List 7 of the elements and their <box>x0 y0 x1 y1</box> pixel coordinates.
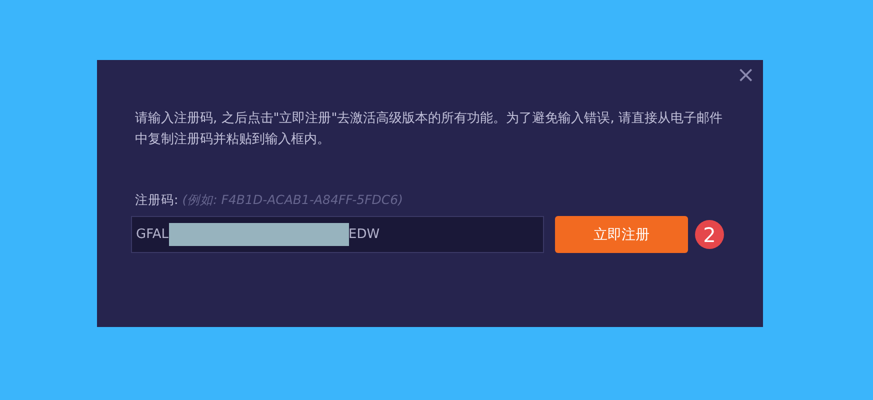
register-button[interactable]: 立即注册 <box>555 216 688 253</box>
field-label: 注册码: <box>135 192 178 209</box>
close-icon[interactable]: × <box>736 64 755 88</box>
instructions-text: 请输入注册码, 之后点击"立即注册"去激活高级版本的所有功能。为了避免输入错误, 请直接从电子邮件中复制注册码并粘贴到输入框内。 <box>135 110 724 149</box>
example-text: (例如: F4B1D-ACAB1-A84FF-5FDC6) <box>182 192 403 209</box>
step-badge: 2 <box>695 220 724 249</box>
registration-code-field[interactable]: GFAL EDW <box>131 216 544 253</box>
